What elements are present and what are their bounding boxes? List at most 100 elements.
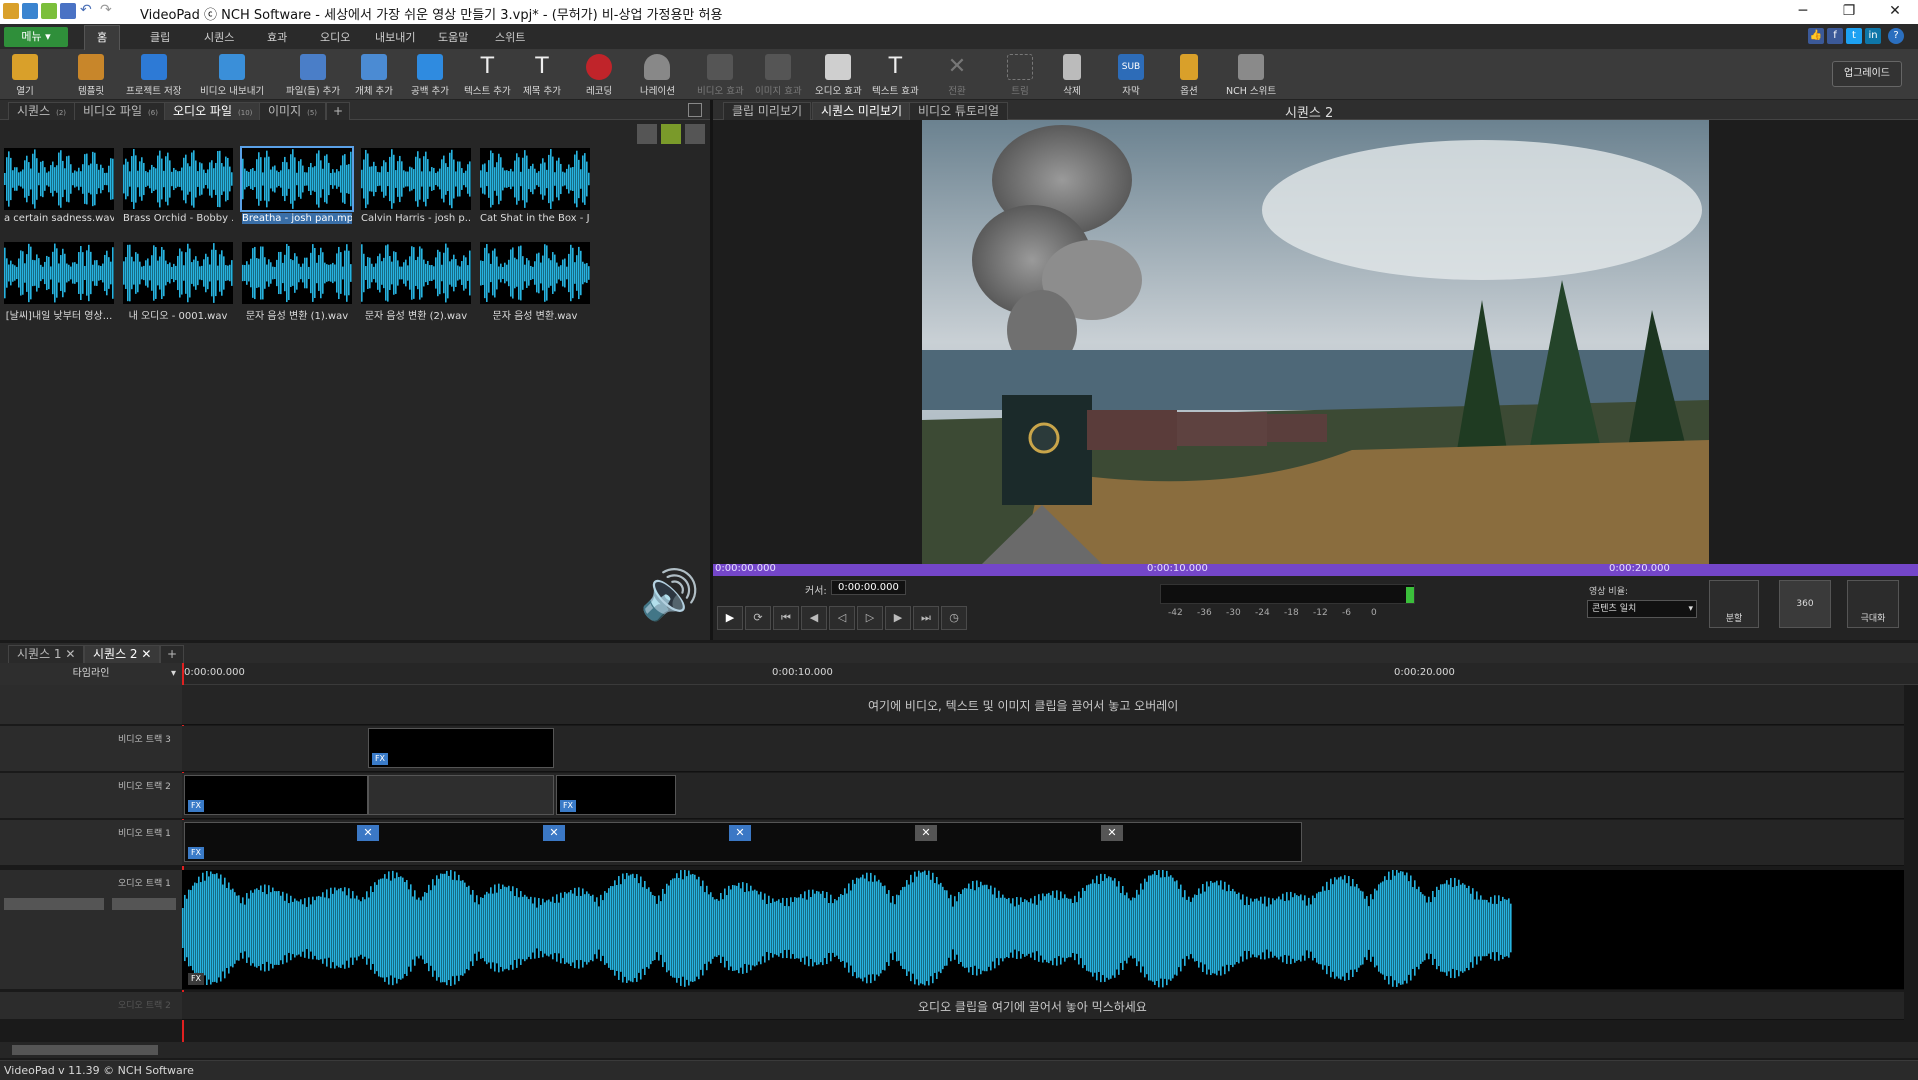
transition-icon[interactable]: ✕ [1101,825,1123,841]
bin-clip[interactable]: a certain sadness.wav [4,148,114,224]
tab-audio[interactable]: 오디오 [320,29,350,45]
tab-video-tutorial[interactable]: 비디오 튜토리얼 [909,102,1009,120]
prev-frame-button[interactable]: ◀ [801,606,827,630]
fx-badge[interactable]: FX [188,847,204,859]
add-text-button[interactable]: T 텍스트 추가 [464,52,511,97]
linkedin-icon[interactable]: in [1865,28,1881,44]
tab-sequence-preview[interactable]: 시퀀스 미리보기 [812,102,912,120]
bin-delete-icon[interactable] [637,124,657,144]
transition-icon[interactable]: ✕ [543,825,565,841]
bin-tab-audio[interactable]: 오디오 파일 (10) [164,102,262,120]
timeline-gap[interactable] [368,775,554,815]
360-button[interactable]: 360 [1779,580,1831,628]
transition-icon[interactable]: ✕ [729,825,751,841]
options-button[interactable]: 옵션 [1180,52,1198,97]
audio-track-2-lane[interactable]: 오디오 클립을 여기에 끌어서 놓아 믹스하세요 [182,992,1904,1020]
fx-badge[interactable]: FX [188,973,204,985]
facebook-icon[interactable]: f [1827,28,1843,44]
aspect-select[interactable]: 콘텐츠 일치 ▾ [1587,600,1697,618]
template-button[interactable]: 템플릿 [78,52,104,97]
tab-export[interactable]: 내보내기 [375,29,415,45]
bin-tab-add-button[interactable]: + [326,102,351,120]
timeline-clip[interactable]: FX [184,775,368,815]
upgrade-button[interactable]: 업그레이드 [1832,61,1902,87]
video-effects-button[interactable]: 비디오 효과 [697,52,744,97]
bin-clip[interactable]: Calvin Harris - josh p... [361,148,471,224]
bin-clip[interactable]: Cat Shat in the Box - J... [480,148,590,224]
video-track-3-lane[interactable]: FX [182,726,1904,772]
transition-icon[interactable]: ✕ [915,825,937,841]
save-icon[interactable] [60,3,76,19]
bin-folder-icon[interactable] [661,124,681,144]
timeline-ruler[interactable]: 타임라인 ▾ 0:00:00.000 0:00:10.000 0:00:20.0… [0,663,1918,1043]
fullscreen-button[interactable]: 극대화 [1847,580,1899,628]
timeline-clip[interactable]: FX [368,728,554,768]
timeline-scrollbar[interactable] [0,1042,1918,1058]
undo-icon[interactable]: ↶ [80,3,96,19]
add-files-button[interactable]: 파일(들) 추가 [286,52,340,97]
add-object-button[interactable]: 개체 추가 [355,52,393,97]
help-icon[interactable]: ? [1888,28,1904,44]
bin-tab-sequences[interactable]: 시퀀스 (2) [8,102,76,120]
volume-slider[interactable] [4,898,104,910]
play-button[interactable]: ▶ [717,606,743,630]
close-button[interactable]: ✕ [1872,0,1918,24]
twitter-icon[interactable]: t [1846,28,1862,44]
step-forward-button[interactable]: ▷ [857,606,883,630]
like-icon[interactable]: 👍 [1808,28,1824,44]
bin-clip[interactable]: Brass Orchid - Bobby ... [123,148,233,224]
redo-icon[interactable]: ↷ [100,3,116,19]
transition-icon[interactable]: ✕ [357,825,379,841]
new-file-icon[interactable] [22,3,38,19]
add-sequence-button[interactable]: + [160,645,185,663]
bin-clip[interactable]: 내 오디오 - 0001.wav [123,242,233,322]
fx-badge[interactable]: FX [188,800,204,812]
transition-button[interactable]: ✕ 전환 [944,52,970,97]
fx-badge[interactable]: FX [372,753,388,765]
tab-home[interactable]: 홈 [84,25,121,51]
speed-button[interactable]: ◷ [941,606,967,630]
image-effects-button[interactable]: 이미지 효과 [755,52,802,97]
nch-suite-button[interactable]: NCH 스위트 [1226,52,1276,97]
open-button[interactable]: 열기 [12,52,38,97]
main-menu-button[interactable]: 메뉴 ▾ [4,27,68,47]
audio-track-1-lane[interactable]: FX [182,870,1904,990]
loop-button[interactable]: ⟳ [745,606,771,630]
add-title-button[interactable]: T 제목 추가 [523,52,561,97]
fx-badge[interactable]: FX [560,800,576,812]
cursor-time-field[interactable]: 0:00:00.000 [831,580,906,595]
timeline-view-select[interactable]: 타임라인 ▾ [0,663,182,685]
bin-tab-video[interactable]: 비디오 파일 (6) [74,102,167,120]
step-back-button[interactable]: ◁ [829,606,855,630]
bin-clip[interactable]: 문자 음성 변환 (1).wav [242,242,352,322]
pan-slider[interactable] [112,898,176,910]
maximize-button[interactable]: ❐ [1826,0,1872,24]
tab-clip[interactable]: 클립 [150,29,170,45]
bin-list-view-icon[interactable] [685,124,705,144]
narration-button[interactable]: 나레이션 [640,52,675,97]
bin-tab-images[interactable]: 이미지 (5) [259,102,327,120]
go-end-button[interactable]: ⏭ [913,606,939,630]
detach-icon[interactable] [688,103,702,117]
scrollbar-thumb[interactable] [12,1045,158,1055]
export-video-button[interactable]: 비디오 내보내기 [200,52,264,97]
tab-help[interactable]: 도움말 [438,29,468,45]
timeline-clip-strip[interactable]: ✕ ✕ ✕ ✕ ✕ FX [184,822,1302,862]
tab-sequence[interactable]: 시퀀스 [204,29,234,45]
bin-clip[interactable]: Breatha - josh pan.mp3 [240,146,354,224]
add-blank-button[interactable]: 공백 추가 [411,52,449,97]
subtitles-button[interactable]: SUB 자막 [1118,52,1144,97]
trim-button[interactable]: 트림 [1007,52,1033,97]
minimize-button[interactable]: ─ [1780,0,1826,24]
bin-clip[interactable]: 문자 음성 변환.wav [480,242,590,322]
video-track-2-lane[interactable]: FX FX [182,773,1904,819]
split-button[interactable]: 분할 [1709,580,1759,628]
bin-clip[interactable]: [날씨]내일 낮부터 영상... [4,242,114,322]
save-project-button[interactable]: 프로젝트 저장 [126,52,181,97]
preview-timeline-bar[interactable]: 0:00:00.000 0:00:10.000 0:00:20.000 [713,563,1918,576]
overlay-track-lane[interactable]: 여기에 비디오, 텍스트 및 이미지 클립을 끌어서 놓고 오버레이 [182,685,1904,725]
audio-effects-button[interactable]: 오디오 효과 [815,52,862,97]
tab-sequence-2[interactable]: 시퀀스 2 ✕ [84,645,161,663]
video-track-1-lane[interactable]: ✕ ✕ ✕ ✕ ✕ FX [182,820,1904,866]
tab-effects[interactable]: 효과 [267,29,287,45]
